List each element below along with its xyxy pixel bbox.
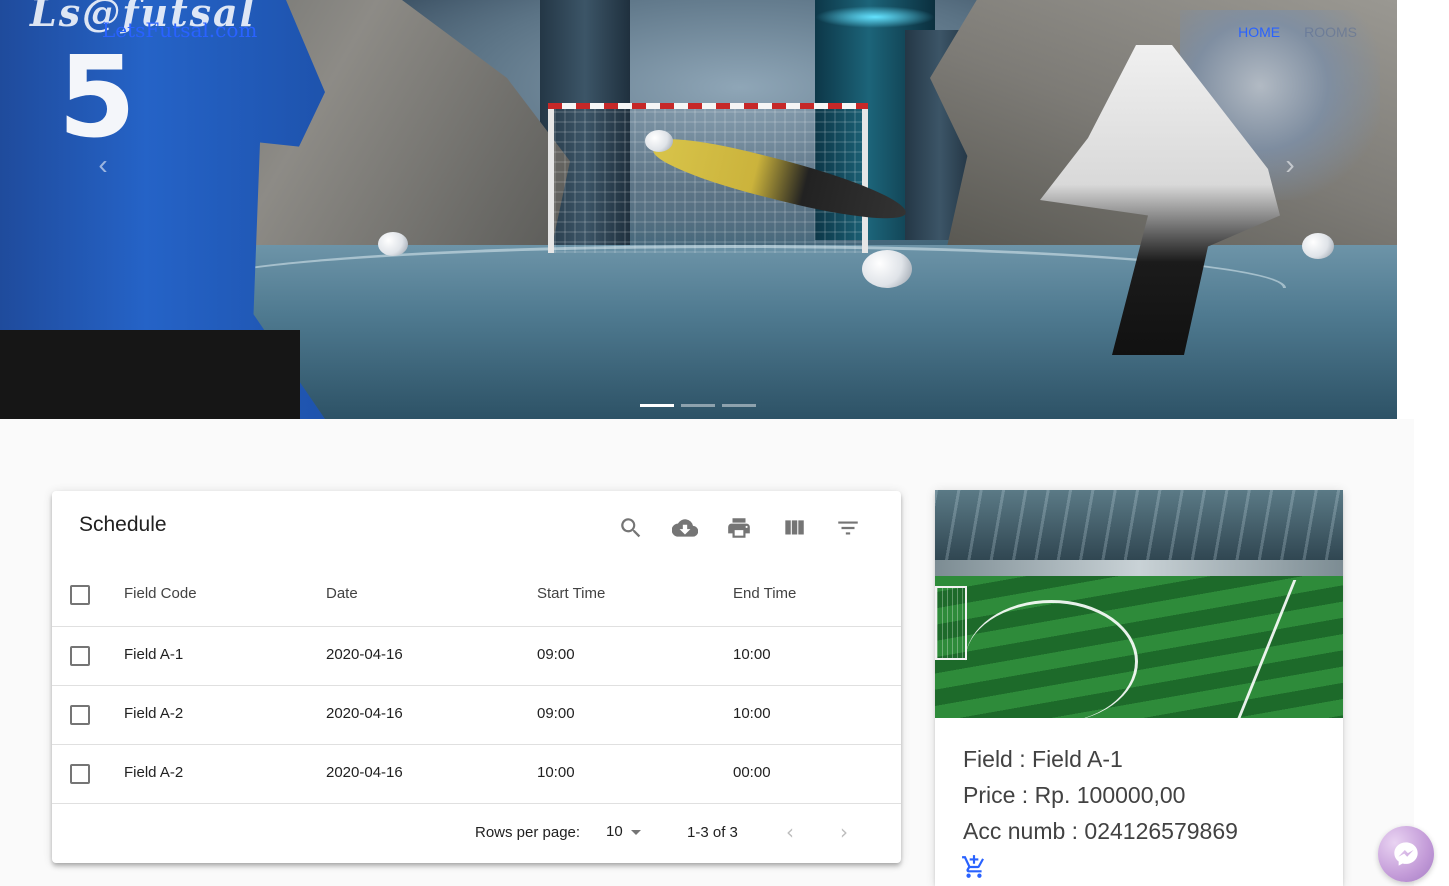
nav-home[interactable]: HOME xyxy=(1238,24,1280,40)
cell-end-time: 10:00 xyxy=(733,646,771,663)
carousel-prev-icon[interactable]: ‹ xyxy=(88,150,118,180)
nav-rooms[interactable]: ROOMS xyxy=(1304,24,1357,40)
column-header-field-code[interactable]: Field Code xyxy=(124,585,197,602)
rows-per-page-label: Rows per page: xyxy=(475,824,581,841)
cell-end-time: 00:00 xyxy=(733,764,771,781)
cloud-download-icon[interactable] xyxy=(672,515,698,541)
dropdown-arrow-icon xyxy=(630,829,641,835)
cell-end-time: 10:00 xyxy=(733,705,771,722)
cell-field-code: Field A-2 xyxy=(124,705,184,722)
cell-date: 2020-04-16 xyxy=(326,646,403,663)
cell-field-code: Field A-2 xyxy=(124,764,184,781)
cell-start-time: 10:00 xyxy=(537,764,575,781)
cell-date: 2020-04-16 xyxy=(326,705,403,722)
column-header-date[interactable]: Date xyxy=(326,585,358,602)
row-divider xyxy=(52,803,901,804)
field-account-number: Acc numb : 024126579869 xyxy=(963,818,1238,844)
cell-start-time: 09:00 xyxy=(537,646,575,663)
field-photo-roof xyxy=(935,490,1343,570)
row-divider xyxy=(52,626,901,627)
cell-date: 2020-04-16 xyxy=(326,764,403,781)
cell-field-code: Field A-1 xyxy=(124,646,184,663)
view-columns-icon[interactable] xyxy=(781,515,807,541)
add-shopping-cart-icon[interactable] xyxy=(961,854,987,880)
next-page-icon[interactable]: › xyxy=(833,821,855,843)
cell-start-time: 09:00 xyxy=(537,705,575,722)
rows-per-page-select[interactable]: 10 xyxy=(606,823,641,840)
field-card: Field : Field A-1 Price : Rp. 100000,00 … xyxy=(935,490,1343,886)
row-divider xyxy=(52,744,901,745)
carousel-indicators xyxy=(640,404,756,407)
schedule-table: Schedule Field Code Date Start Time End … xyxy=(52,491,901,863)
field-price: Price : Rp. 100000,00 xyxy=(963,782,1186,808)
row-checkbox[interactable] xyxy=(70,705,90,725)
hero-player-shorts xyxy=(0,330,300,419)
hero-ball xyxy=(645,130,673,152)
carousel-indicator-3[interactable] xyxy=(722,404,756,407)
field-photo-goal xyxy=(935,586,967,660)
messenger-chat-button[interactable] xyxy=(1378,826,1434,882)
field-name: Field : Field A-1 xyxy=(963,746,1123,772)
carousel-indicator-2[interactable] xyxy=(681,404,715,407)
previous-page-icon[interactable]: ‹ xyxy=(779,821,801,843)
messenger-icon xyxy=(1394,842,1418,866)
hero-jersey-number: 5 xyxy=(58,33,136,163)
row-divider xyxy=(52,685,901,686)
hero-ball xyxy=(862,250,912,288)
carousel-next-icon[interactable]: › xyxy=(1275,150,1305,180)
rows-per-page-value: 10 xyxy=(606,823,623,840)
hero-carousel: 5 Ls@futsal LetsFutsal.com HOME ROOMS ‹ … xyxy=(0,0,1397,419)
field-photo-arc xyxy=(965,600,1138,718)
search-icon[interactable] xyxy=(618,515,644,541)
hero-ball xyxy=(378,232,408,256)
carousel-indicator-1[interactable] xyxy=(640,404,674,407)
column-header-end-time[interactable]: End Time xyxy=(733,585,796,602)
row-checkbox[interactable] xyxy=(70,646,90,666)
print-icon[interactable] xyxy=(726,515,752,541)
table-title: Schedule xyxy=(79,513,167,536)
pagination-range: 1-3 of 3 xyxy=(687,824,738,841)
brand-link[interactable]: LetsFutsal.com xyxy=(102,18,257,42)
hero-ball xyxy=(1302,233,1334,259)
row-checkbox[interactable] xyxy=(70,764,90,784)
field-photo xyxy=(935,490,1343,718)
select-all-checkbox[interactable] xyxy=(70,585,90,605)
top-nav: HOME ROOMS xyxy=(1238,24,1357,40)
column-header-start-time[interactable]: Start Time xyxy=(537,585,605,602)
filter-icon[interactable] xyxy=(835,515,861,541)
hero-building-glow xyxy=(815,6,935,28)
